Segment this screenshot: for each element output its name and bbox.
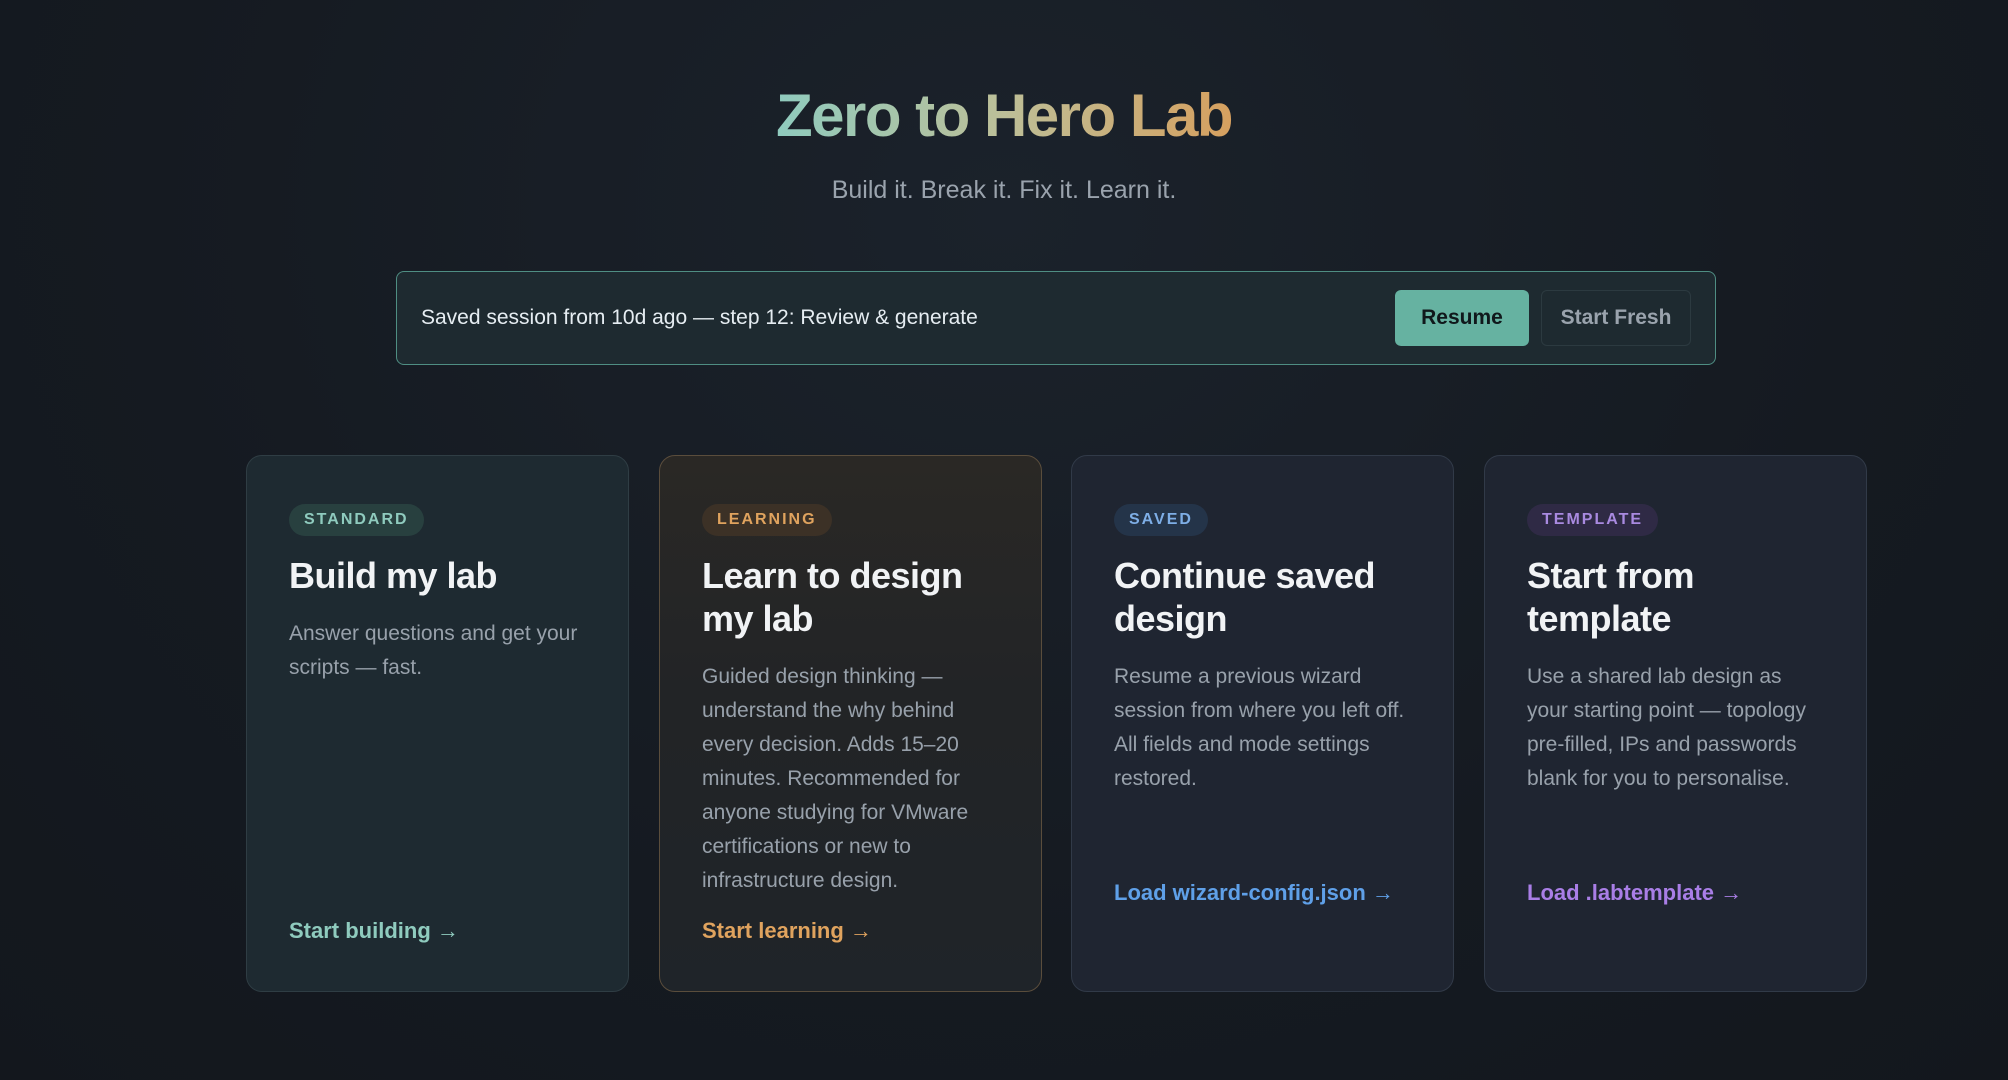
card-build-my-lab[interactable]: STANDARD Build my lab Answer questions a… [246, 455, 629, 992]
page-subtitle: Build it. Break it. Fix it. Learn it. [831, 176, 1177, 204]
card-badge-standard: STANDARD [289, 504, 424, 536]
card-description: Answer questions and get your scripts — … [289, 622, 578, 679]
card-description: Resume a previous wizard session from wh… [1114, 665, 1405, 790]
start-learning-link[interactable]: Start learning → [702, 918, 872, 944]
card-title: Start from template [1527, 555, 1695, 639]
page-header: Zero to Hero Lab [0, 80, 2008, 152]
card-badge-saved: SAVED [1114, 504, 1208, 536]
resume-button[interactable]: Resume [1395, 290, 1529, 346]
card-badge-learning: LEARNING [702, 504, 832, 536]
card-description: Use a shared lab design as your starting… [1527, 665, 1806, 790]
card-title: Learn to design my lab [702, 555, 963, 639]
page-title: Zero to Hero Lab [776, 80, 1234, 152]
card-badge-template: TEMPLATE [1527, 504, 1659, 536]
card-start-from-template[interactable]: TEMPLATE Start from template Use a share… [1484, 455, 1867, 992]
saved-session-message: Saved session from 10d ago — step 12: Re… [421, 306, 978, 329]
card-continue-saved-design[interactable]: SAVED Continue saved design Resume a pre… [1071, 455, 1454, 992]
card-learn-to-design[interactable]: LEARNING Learn to design my lab Guided d… [659, 455, 1042, 992]
load-labtemplate-link[interactable]: Load .labtemplate → [1527, 880, 1742, 906]
start-building-link[interactable]: Start building → [289, 918, 459, 944]
card-description: Guided design thinking — understand the … [702, 665, 969, 892]
card-title: Continue saved design [1114, 555, 1376, 639]
start-fresh-button[interactable]: Start Fresh [1541, 290, 1691, 346]
load-wizard-config-link[interactable]: Load wizard-config.json → [1114, 880, 1394, 906]
card-title: Build my lab [289, 555, 498, 596]
saved-session-banner: Saved session from 10d ago — step 12: Re… [396, 271, 1716, 365]
